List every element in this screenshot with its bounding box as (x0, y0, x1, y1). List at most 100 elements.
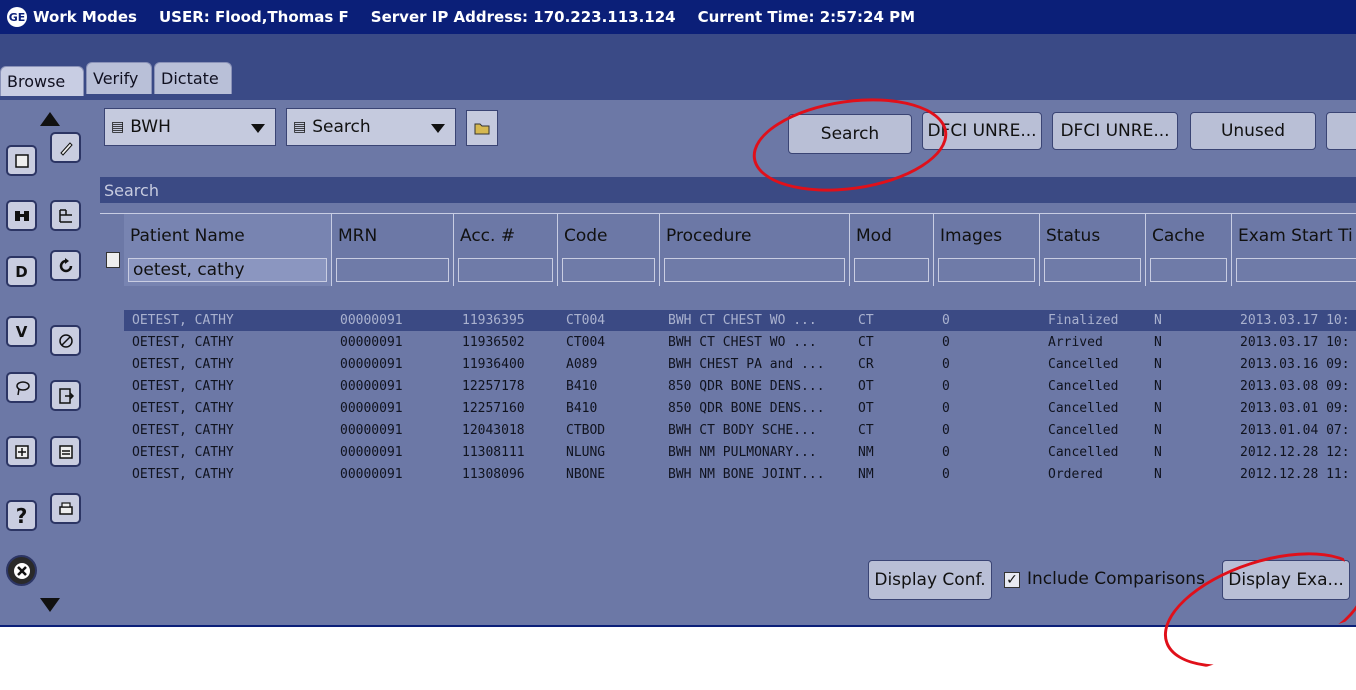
procedure-filter[interactable] (664, 258, 845, 282)
table-cell: CT (858, 423, 874, 438)
table-cell: 00000091 (340, 335, 403, 350)
table-cell: BWH CHEST PA and ... (668, 357, 825, 372)
table-cell: BWH CT CHEST WO ... (668, 335, 817, 350)
table-row[interactable]: OETEST, CATHY 00000091 12043018 CTBOD BWH CT… (124, 420, 1356, 441)
code-filter[interactable] (562, 258, 655, 282)
cache-filter[interactable] (1150, 258, 1227, 282)
table-cell: CT004 (566, 313, 606, 328)
column-procedure[interactable]: Procedure (660, 213, 850, 286)
table-cell: BWH CT CHEST WO ... (668, 313, 817, 328)
new-document-icon[interactable] (6, 145, 37, 176)
column-images[interactable]: Images (934, 213, 1040, 286)
current-time-label: Current Time: 2:57:24 PM (697, 8, 916, 26)
table-row[interactable]: OETEST, CATHY 00000091 12257160 B410 850 QDR… (124, 398, 1356, 419)
select-all-column (100, 213, 124, 286)
table-cell: Cancelled (1048, 401, 1119, 416)
table-cell: N (1154, 379, 1162, 394)
document-icon[interactable] (106, 252, 120, 268)
dictate-d-icon[interactable]: D (6, 256, 37, 287)
column-label: Images (940, 226, 1003, 246)
help-icon[interactable]: ? (6, 500, 37, 531)
column-status[interactable]: Status (1040, 213, 1146, 286)
table-row[interactable]: OETEST, CATHY 00000091 12257178 B410 850 QDR… (124, 376, 1356, 397)
export-icon[interactable] (50, 380, 81, 411)
tab-dictate[interactable]: Dictate (154, 62, 232, 94)
table-cell: NM (858, 467, 874, 482)
table-cell: CT (858, 313, 874, 328)
column-label: Cache (1152, 226, 1205, 246)
include-comparisons-label: Include Comparisons (1027, 569, 1205, 589)
table-cell: 00000091 (340, 445, 403, 460)
table-cell: OT (858, 401, 874, 416)
folder-button[interactable] (466, 110, 498, 146)
preset-button-2[interactable]: DFCI UNRE... (1052, 112, 1178, 150)
accession-filter[interactable] (458, 258, 553, 282)
refresh-icon[interactable] (50, 250, 81, 281)
site-select-value: BWH (130, 117, 171, 137)
table-cell: Cancelled (1048, 445, 1119, 460)
close-circle-icon[interactable] (6, 555, 37, 586)
table-row[interactable]: OETEST, CATHY 00000091 11308096 NBONE BWH NM… (124, 464, 1356, 485)
display-conf-button[interactable]: Display Conf. (868, 560, 992, 600)
scroll-down-icon[interactable] (40, 598, 60, 612)
table-row[interactable]: OETEST, CATHY 00000091 11936400 A089 BWH CHE… (124, 354, 1356, 375)
mode-select-value: Search (312, 117, 371, 137)
column-accession[interactable]: Acc. # (454, 213, 558, 286)
table-cell: 00000091 (340, 467, 403, 482)
table-cell: 0 (942, 357, 950, 372)
column-exam-start-time[interactable]: Exam Start Ti (1232, 213, 1356, 286)
table-cell: 0 (942, 467, 950, 482)
column-code[interactable]: Code (558, 213, 660, 286)
patient-name-filter[interactable]: oetest, cathy (128, 258, 327, 282)
site-select[interactable]: ▤ BWH (104, 108, 276, 146)
table-cell: NLUNG (566, 445, 606, 460)
verify-v-icon[interactable]: V (6, 316, 37, 347)
tab-browse[interactable]: Browse (0, 66, 84, 96)
tab-verify[interactable]: Verify (86, 62, 152, 94)
preset-button-4[interactable] (1326, 112, 1356, 150)
print-icon[interactable] (50, 493, 81, 524)
table-cell: N (1154, 357, 1162, 372)
table-cell: OETEST, CATHY (132, 467, 234, 482)
table-cell: OETEST, CATHY (132, 335, 234, 350)
table-row[interactable]: OETEST, CATHY 00000091 11936395 CT004 BWH CT… (124, 310, 1356, 331)
title-bar: GE Work Modes USER: Flood,Thomas F Serve… (0, 0, 1356, 34)
table-cell: BWH NM BONE JOINT... (668, 467, 825, 482)
binoculars-icon[interactable] (6, 200, 37, 231)
scroll-up-icon[interactable] (40, 112, 60, 126)
table-cell: NM (858, 445, 874, 460)
chevron-down-icon (431, 124, 445, 133)
table-cell: 00000091 (340, 313, 403, 328)
preset-button-3[interactable]: Unused (1190, 112, 1316, 150)
mrn-filter[interactable] (336, 258, 449, 282)
table-cell: 2012.12.28 12: (1240, 445, 1350, 460)
folder-icon (474, 123, 490, 135)
table-cell: N (1154, 467, 1162, 482)
mode-select[interactable]: ▤ Search (286, 108, 456, 146)
column-patient-name[interactable]: Patient Name oetest, cathy (124, 213, 332, 286)
images-filter[interactable] (938, 258, 1035, 282)
mod-filter[interactable] (854, 258, 929, 282)
table-cell: 00000091 (340, 423, 403, 438)
edit-icon[interactable] (50, 132, 81, 163)
bottom-border (0, 625, 1356, 627)
table-cell: 11308111 (462, 445, 525, 460)
table-cell: 2013.03.17 10: (1240, 313, 1350, 328)
table-cell: OETEST, CATHY (132, 379, 234, 394)
column-mod[interactable]: Mod (850, 213, 934, 286)
column-mrn[interactable]: MRN (332, 213, 454, 286)
table-row[interactable]: OETEST, CATHY 00000091 11936502 CT004 BWH CT… (124, 332, 1356, 353)
table-cell: 00000091 (340, 379, 403, 394)
table-row[interactable]: OETEST, CATHY 00000091 11308111 NLUNG BWH NM… (124, 442, 1356, 463)
tree-list-icon[interactable] (50, 200, 81, 231)
folder-view-icon[interactable] (50, 436, 81, 467)
column-cache[interactable]: Cache (1146, 213, 1232, 286)
tool-sidebar: D V ? (0, 100, 100, 625)
add-icon[interactable] (6, 436, 37, 467)
lasso-icon[interactable] (6, 372, 37, 403)
cancel-circle-icon[interactable] (50, 325, 81, 356)
table-cell: BWH CT BODY SCHE... (668, 423, 817, 438)
include-comparisons-checkbox[interactable]: ✓ (1004, 572, 1020, 588)
status-filter[interactable] (1044, 258, 1141, 282)
exam-start-filter[interactable] (1236, 258, 1356, 282)
